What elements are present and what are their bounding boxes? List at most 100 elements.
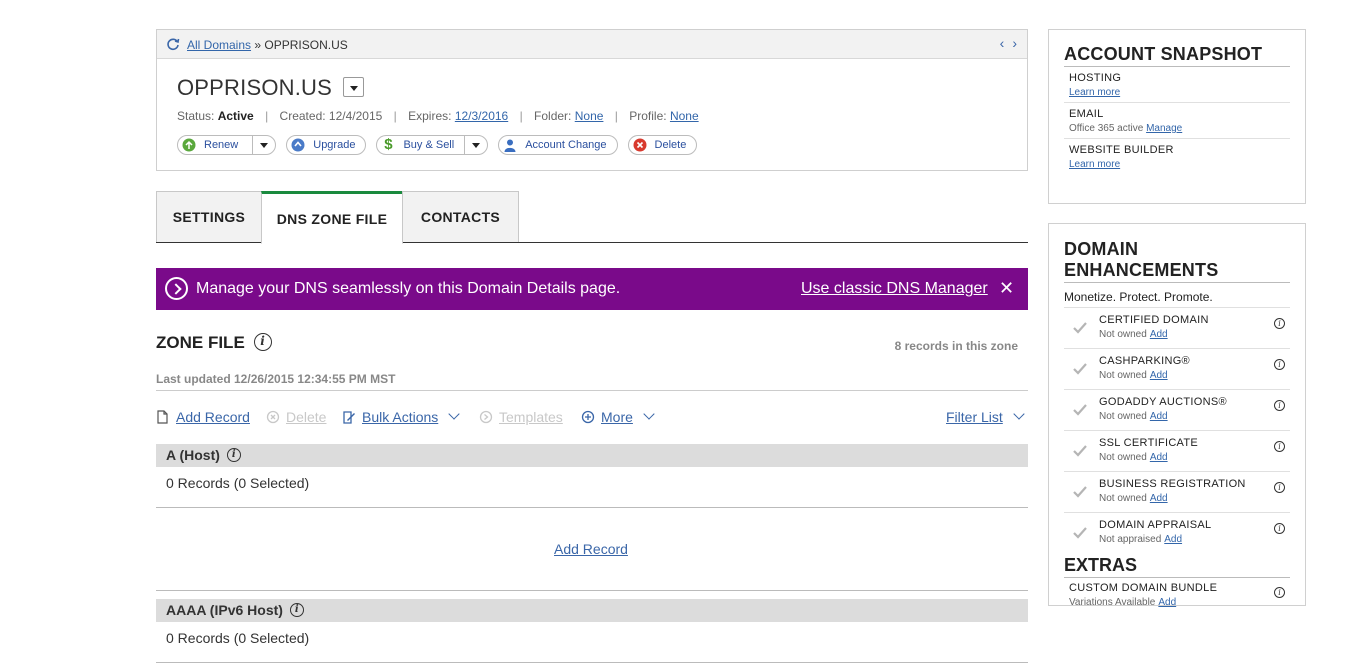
- tab-bar: SETTINGS DNS ZONE FILE CONTACTS: [156, 191, 1028, 244]
- domain-dropdown-button[interactable]: [343, 77, 364, 97]
- classic-dns-link[interactable]: Use classic DNS Manager: [801, 280, 988, 298]
- expires-link[interactable]: 12/3/2016: [455, 109, 508, 123]
- section-header-aaaa-host[interactable]: AAAA (IPv6 Host) i: [156, 599, 1028, 622]
- info-icon[interactable]: i: [1274, 400, 1285, 411]
- more-dropdown[interactable]: More: [581, 408, 655, 425]
- learn-more-link[interactable]: Learn more: [1069, 87, 1120, 98]
- add-link[interactable]: Add: [1158, 597, 1176, 608]
- info-icon[interactable]: i: [1274, 359, 1285, 370]
- account-snapshot-panel: ACCOUNT SNAPSHOT HOSTING Learn more EMAI…: [1048, 29, 1306, 204]
- add-link[interactable]: Add: [1150, 493, 1168, 504]
- add-link[interactable]: Add: [1150, 411, 1168, 422]
- bulk-actions-dropdown[interactable]: Bulk Actions: [342, 408, 460, 425]
- checkmark-icon: [1073, 527, 1087, 539]
- checkmark-icon: [1073, 363, 1087, 375]
- upgrade-icon: [291, 138, 305, 152]
- info-icon[interactable]: i: [1274, 482, 1285, 493]
- dns-promo-banner: Manage your DNS seamlessly on this Domai…: [156, 268, 1028, 310]
- enhancement-label: SSL CERTIFICATE: [1099, 437, 1199, 449]
- enhancement-godaddy-auctions: GODADDY AUCTIONS® Not owned Add i: [1064, 389, 1290, 430]
- domain-header-box: All Domains » OPPRISON.US ‹ › OPPRISON.U…: [156, 29, 1028, 171]
- extra-label: CUSTOM DOMAIN BUNDLE: [1069, 582, 1218, 594]
- renew-caret-icon[interactable]: [252, 136, 269, 154]
- enhancement-cashparking: CASHPARKING® Not owned Add i: [1064, 348, 1290, 389]
- plus-circle-icon: [581, 410, 595, 424]
- chevron-circle-icon: [165, 277, 188, 300]
- renew-icon: [182, 138, 196, 152]
- add-record-link[interactable]: Add Record: [554, 541, 628, 557]
- add-record-label: Add Record: [176, 409, 250, 425]
- add-link[interactable]: Add: [1150, 329, 1168, 340]
- enhancement-status: Not owned: [1099, 452, 1147, 463]
- folder-link[interactable]: None: [575, 109, 604, 123]
- divider: [156, 590, 1028, 591]
- refresh-icon[interactable]: [166, 37, 180, 51]
- learn-more-link[interactable]: Learn more: [1069, 159, 1120, 170]
- enhancement-label: GODADDY AUCTIONS®: [1099, 396, 1227, 408]
- filter-list-dropdown[interactable]: Filter List: [946, 408, 1025, 425]
- domain-actions: Renew Upgrade $ Buy & Sell Account Chang…: [177, 135, 698, 155]
- enhancement-status: Not owned: [1099, 370, 1147, 381]
- info-icon[interactable]: i: [253, 332, 272, 351]
- renew-button[interactable]: Renew: [177, 135, 277, 155]
- info-icon[interactable]: i: [1274, 587, 1285, 598]
- enhancement-label: CERTIFIED DOMAIN: [1099, 314, 1209, 326]
- close-icon[interactable]: ✕: [999, 278, 1014, 299]
- upgrade-button[interactable]: Upgrade: [286, 135, 367, 155]
- account-change-button[interactable]: Account Change: [498, 135, 618, 155]
- templates-icon: [479, 410, 493, 424]
- profile-label: Profile:: [629, 109, 667, 123]
- account-snapshot-title: ACCOUNT SNAPSHOT: [1064, 44, 1263, 64]
- add-link[interactable]: Add: [1150, 452, 1168, 463]
- all-domains-link[interactable]: All Domains: [187, 38, 251, 52]
- manage-link[interactable]: Manage: [1146, 123, 1182, 134]
- info-icon[interactable]: i: [1274, 523, 1285, 534]
- breadcrumb-bar: All Domains » OPPRISON.US ‹ ›: [157, 30, 1027, 59]
- more-label: More: [601, 409, 633, 425]
- section-title: AAAA (IPv6 Host): [166, 602, 283, 618]
- buy-sell-caret-icon[interactable]: [464, 136, 481, 154]
- section-records-count: 0 Records (0 Selected): [166, 630, 310, 646]
- created-value: 12/4/2015: [328, 109, 383, 123]
- prev-arrow-icon[interactable]: ‹: [1000, 36, 1005, 50]
- next-arrow-icon[interactable]: ›: [1012, 36, 1017, 50]
- add-document-icon: [157, 410, 168, 424]
- info-icon[interactable]: i: [289, 603, 304, 618]
- enhancement-status: Not owned: [1099, 411, 1147, 422]
- templates-label: Templates: [499, 409, 563, 425]
- tab-settings[interactable]: SETTINGS: [156, 191, 262, 242]
- zone-toolbar: Add Record Delete Bulk Actions Templates…: [156, 408, 1028, 429]
- divider: [156, 507, 1028, 508]
- enhancement-label: BUSINESS REGISTRATION: [1099, 478, 1246, 490]
- breadcrumb-separator: »: [254, 38, 262, 52]
- profile-link[interactable]: None: [670, 109, 699, 123]
- tab-contacts[interactable]: CONTACTS: [402, 191, 519, 242]
- bulk-actions-label: Bulk Actions: [362, 409, 439, 425]
- section-header-a-host[interactable]: A (Host) i: [156, 444, 1028, 467]
- add-link[interactable]: Add: [1164, 534, 1182, 545]
- main-content: All Domains » OPPRISON.US ‹ › OPPRISON.U…: [156, 29, 1028, 663]
- add-link[interactable]: Add: [1150, 370, 1168, 381]
- snapshot-status: Office 365 active: [1069, 123, 1144, 134]
- enhancement-label: DOMAIN APPRAISAL: [1099, 519, 1212, 531]
- delete-domain-button[interactable]: Delete: [627, 135, 698, 155]
- enhancement-status: Not owned: [1099, 493, 1147, 504]
- info-icon[interactable]: i: [1274, 318, 1285, 329]
- info-icon[interactable]: i: [226, 448, 241, 463]
- banner-message: Manage your DNS seamlessly on this Domai…: [196, 280, 621, 297]
- delete-label: Delete: [654, 139, 687, 151]
- snapshot-item-hosting: HOSTING Learn more: [1064, 67, 1290, 103]
- tab-dns-zone-file[interactable]: DNS ZONE FILE: [261, 191, 403, 244]
- add-record-button[interactable]: Add Record: [156, 409, 250, 425]
- domain-status-line: Status: Active | Created: 12/4/2015 | Ex…: [177, 109, 699, 123]
- edit-document-icon: [343, 411, 355, 424]
- account-change-label: Account Change: [525, 139, 607, 151]
- enhancement-domain-appraisal: DOMAIN APPRAISAL Not appraised Add i: [1064, 512, 1290, 553]
- templates-button[interactable]: Templates: [479, 409, 563, 425]
- delete-button[interactable]: Delete: [266, 409, 326, 425]
- zone-file-title: ZONE FILE i: [156, 332, 272, 353]
- info-icon[interactable]: i: [1274, 441, 1285, 452]
- user-icon: [504, 139, 516, 152]
- buy-sell-button[interactable]: $ Buy & Sell: [376, 135, 489, 155]
- created-label: Created:: [279, 109, 326, 123]
